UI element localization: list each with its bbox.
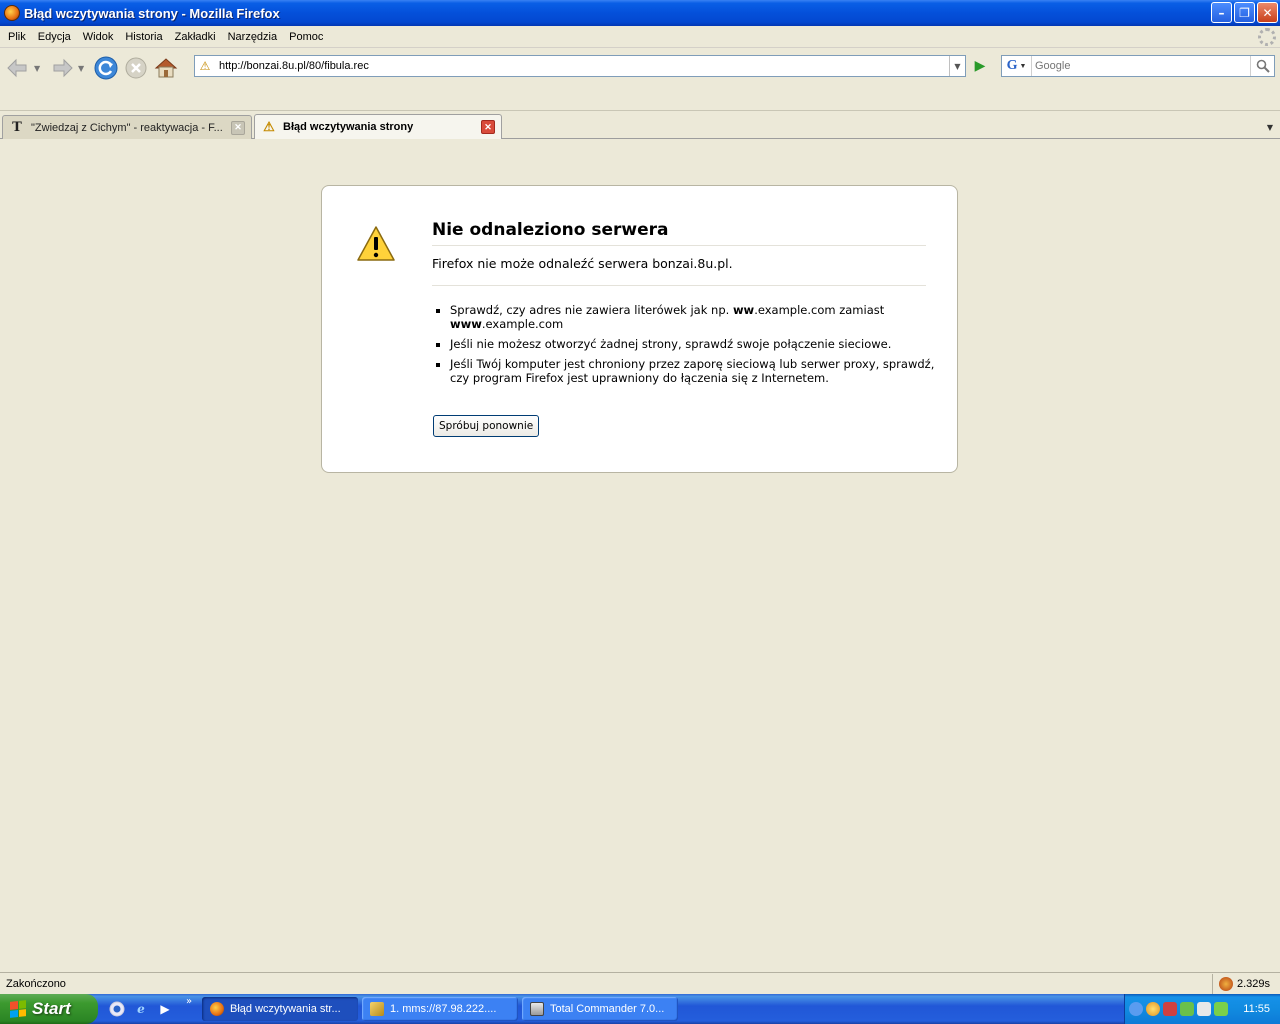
window-title-bar[interactable]: Błąd wczytywania strony - Mozilla Firefo…: [0, 0, 1280, 26]
back-arrow-icon: [7, 58, 27, 78]
tip-item: Sprawdź, czy adres nie zawiera literówek…: [450, 303, 938, 331]
tab-label: Błąd wczytywania strony: [283, 121, 414, 133]
error-title: Nie odnaleziono serwera: [432, 220, 926, 246]
menu-bar: Plik Edycja Widok Historia Zakładki Narz…: [0, 26, 1280, 48]
tray-sun-icon[interactable]: [1146, 1002, 1160, 1016]
windows-logo-icon: [10, 1000, 26, 1018]
tray-security-icon[interactable]: [1214, 1002, 1228, 1016]
status-timing: 2.329s: [1211, 973, 1280, 994]
url-text[interactable]: http://bonzai.8u.pl/80/fibula.rec: [215, 60, 949, 72]
tumblr-t-icon: T: [12, 120, 22, 135]
window-title: Błąd wczytywania strony - Mozilla Firefo…: [24, 5, 280, 21]
forward-history-dropdown[interactable]: ▼: [78, 64, 88, 73]
throbber-icon: [1258, 28, 1276, 46]
tray-network-icon[interactable]: [1163, 1002, 1177, 1016]
reload-icon: [94, 56, 118, 80]
retry-button[interactable]: Spróbuj ponownie: [433, 415, 540, 437]
status-text: Zakończono: [6, 977, 66, 990]
page-content: Nie odnaleziono serwera Firefox nie może…: [0, 140, 1280, 972]
stop-icon: [125, 57, 147, 79]
error-box: Nie odnaleziono serwera Firefox nie może…: [321, 185, 958, 473]
home-icon: [154, 58, 178, 78]
media-stream-icon: [370, 1002, 384, 1016]
menu-zakladki[interactable]: Zakładki: [169, 31, 222, 43]
tray-expand-icon[interactable]: [1129, 1002, 1143, 1016]
search-magnifier-icon[interactable]: [1250, 56, 1274, 76]
go-button[interactable]: ▶: [970, 57, 990, 75]
minimize-button[interactable]: –: [1211, 2, 1232, 23]
menu-historia[interactable]: Historia: [119, 31, 168, 43]
task-media-stream[interactable]: 1. mms://87.98.222....: [362, 997, 518, 1021]
google-engine-icon[interactable]: G ▼: [1002, 56, 1032, 76]
url-history-dropdown[interactable]: ▼: [949, 56, 965, 76]
tip-item: Jeśli nie możesz otworzyć żadnej strony,…: [450, 337, 938, 351]
task-total-commander[interactable]: Total Commander 7.0...: [522, 997, 678, 1021]
tip-item: Jeśli Twój komputer jest chroniony przez…: [450, 357, 938, 385]
tab-strip: T "Zwiedzaj z Cichym" - reaktywacja - F.…: [0, 111, 1280, 139]
firefox-quicklaunch-icon[interactable]: [108, 1000, 126, 1018]
tab-close-icon[interactable]: ✕: [231, 120, 245, 135]
firebug-icon[interactable]: [1218, 976, 1233, 991]
tab-close-icon[interactable]: ✕: [481, 120, 495, 134]
warning-triangle-icon: [357, 226, 395, 261]
system-tray: 11:55: [1124, 994, 1280, 1024]
warning-icon: ⚠: [263, 119, 275, 134]
tray-app-icon[interactable]: [1197, 1002, 1211, 1016]
close-button[interactable]: ✕: [1257, 2, 1278, 23]
menu-pomoc[interactable]: Pomoc: [283, 31, 329, 43]
tab-list-dropdown[interactable]: ▼: [1262, 117, 1278, 137]
restore-button[interactable]: ❐: [1234, 2, 1255, 23]
load-time: 2.329s: [1236, 977, 1270, 990]
warning-icon: ⚠: [199, 59, 211, 73]
url-bar[interactable]: ⚠ http://bonzai.8u.pl/80/fibula.rec ▼: [194, 55, 966, 77]
internet-explorer-icon[interactable]: e: [132, 1000, 150, 1018]
tab-zwiedzaj[interactable]: T "Zwiedzaj z Cichym" - reaktywacja - F.…: [2, 115, 252, 139]
reload-button[interactable]: [92, 54, 120, 82]
navigation-toolbar: ▼ ▼ ⚠ http://bonzai.8u.pl/80/fibula.rec …: [0, 49, 1280, 87]
home-button[interactable]: [152, 54, 180, 82]
start-button[interactable]: Start: [0, 994, 98, 1024]
error-description: Firefox nie może odnaleźć serwera bonzai…: [432, 256, 926, 286]
menu-edycja[interactable]: Edycja: [32, 31, 77, 43]
search-input[interactable]: [1032, 57, 1250, 75]
tray-messenger-icon[interactable]: [1180, 1002, 1194, 1016]
menu-widok[interactable]: Widok: [77, 31, 120, 43]
quick-launch: e ▶ »: [108, 996, 198, 1018]
firefox-icon: [4, 5, 20, 21]
more-quicklaunch-icon[interactable]: »: [180, 992, 198, 1010]
taskbar: Start e ▶ » Błąd wczytywania str... 1. m…: [0, 994, 1280, 1024]
window-controls: – ❐ ✕: [1211, 2, 1278, 23]
back-history-dropdown[interactable]: ▼: [34, 64, 44, 73]
error-tips-list: Sprawdź, czy adres nie zawiera literówek…: [438, 303, 938, 391]
task-firefox[interactable]: Błąd wczytywania str...: [202, 997, 358, 1021]
menu-plik[interactable]: Plik: [2, 31, 32, 43]
tab-label: "Zwiedzaj z Cichym" - reaktywacja - F...: [31, 121, 223, 134]
media-player-icon[interactable]: ▶: [156, 1000, 174, 1018]
floppy-disk-icon: [530, 1002, 544, 1016]
tab-error[interactable]: ⚠ Błąd wczytywania strony ✕: [254, 114, 502, 139]
menu-narzedzia[interactable]: Narzędzia: [222, 31, 284, 43]
forward-button[interactable]: [48, 54, 76, 82]
bookmarks-toolbar: [0, 87, 1280, 111]
search-bar: G ▼: [1001, 55, 1275, 77]
back-button[interactable]: [4, 54, 32, 82]
forward-arrow-icon: [53, 58, 73, 78]
clock: 11:55: [1243, 1003, 1270, 1015]
firefox-icon: [210, 1002, 224, 1016]
status-bar: Zakończono 2.329s: [0, 972, 1280, 994]
stop-button[interactable]: [122, 54, 150, 82]
